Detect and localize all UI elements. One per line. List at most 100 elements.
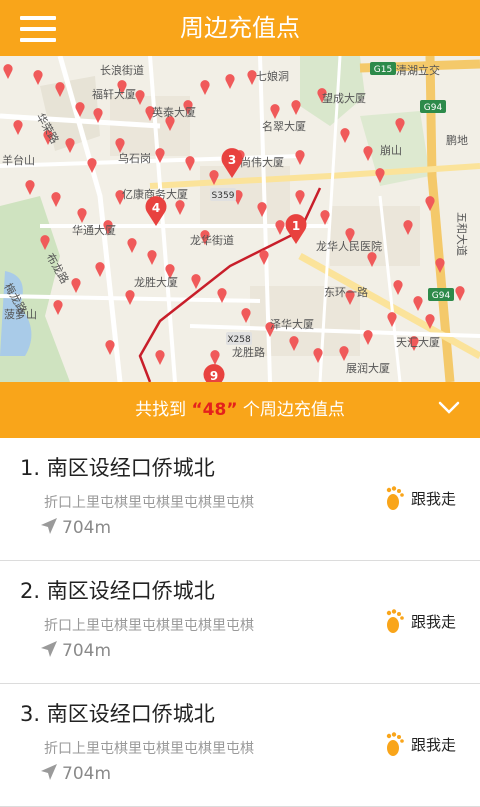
app-header: 周边充值点 <box>0 0 480 56</box>
item-title: 2. 南区设经口侨城北 <box>20 579 215 603</box>
map-label: 鹏地 <box>446 134 468 147</box>
result-summary: 共找到 “48” 个周边充值点 <box>135 400 345 420</box>
map-view[interactable]: 长浪街道 福轩大厦 英泰大厦 七娘洞 望成大厦 名翠大厦 清湖立交 鹏地 崩山 乌石岗 亿康商务大厦… <box>0 56 480 382</box>
map-pin[interactable] <box>71 278 81 293</box>
map-label: 清湖立交 <box>396 63 440 77</box>
map-label: 崩山 <box>380 143 402 157</box>
road-badge-label: G15 <box>374 65 392 75</box>
map-pin[interactable] <box>3 64 13 79</box>
item-distance: 704m <box>40 517 111 538</box>
navigation-arrow-icon <box>41 518 57 534</box>
map-pin[interactable] <box>191 274 201 289</box>
map-label: 龙华人民医院 <box>316 239 382 253</box>
item-title: 3. 南区设经口侨城北 <box>20 702 215 726</box>
map-pin[interactable] <box>53 300 63 315</box>
map-label: 望成大厦 <box>322 91 366 105</box>
result-count: “48” <box>191 400 238 420</box>
map-label: 长浪街道 <box>100 63 144 77</box>
cluster-number: 4 <box>152 201 160 215</box>
item-title: 1. 南区设经口侨城北 <box>20 456 215 480</box>
map-pin[interactable] <box>455 286 465 301</box>
map-pin[interactable] <box>393 280 403 295</box>
charging-point-list: 1. 南区设经口侨城北 折口上里屯棋里屯棋里屯棋里屯棋 704m 跟我走 2. … <box>0 438 480 807</box>
map-pin[interactable] <box>339 346 349 361</box>
road-badge-label: S359 <box>212 191 235 201</box>
map-label: 龙华街道 <box>190 233 234 247</box>
map-label: 羊台山 <box>2 153 35 167</box>
item-address: 折口上里屯棋里屯棋里屯棋里屯棋 <box>44 741 254 757</box>
map-label: 泽华大厦 <box>270 317 314 331</box>
summary-bar[interactable]: 共找到 “48” 个周边充值点 <box>0 382 480 438</box>
page-title: 周边充值点 <box>180 14 300 42</box>
map-label: 英泰大厦 <box>152 105 196 119</box>
footprint-icon <box>386 486 404 510</box>
navigation-arrow-icon <box>41 641 57 657</box>
map-cluster-marker[interactable]: 9 <box>203 364 225 382</box>
map-pin[interactable] <box>363 330 373 345</box>
map-pin[interactable] <box>225 74 235 89</box>
map-pin[interactable] <box>275 220 285 235</box>
map-label: 龙胜大厦 <box>134 275 178 289</box>
navigation-arrow-icon <box>41 764 57 780</box>
map-pin[interactable] <box>95 262 105 277</box>
follow-me-button[interactable]: 跟我走 <box>385 731 456 761</box>
map-pin[interactable] <box>241 308 251 323</box>
map-label: 菠萝山 <box>4 308 37 321</box>
chevron-down-icon <box>438 401 460 414</box>
map-pin[interactable] <box>65 138 75 153</box>
map-pin[interactable] <box>13 120 23 135</box>
map-pin[interactable] <box>147 250 157 265</box>
map-label: 展润大厦 <box>346 361 390 375</box>
map-label: 龙胜路 <box>232 345 265 359</box>
map-pin[interactable] <box>125 290 135 305</box>
map-label: 华通大厦 <box>72 223 116 237</box>
map-pin[interactable] <box>155 350 165 365</box>
road-badge-label: X258 <box>227 335 251 345</box>
item-address: 折口上里屯棋里屯棋里屯棋里屯棋 <box>44 495 254 511</box>
road-badge-label: G94 <box>424 103 443 113</box>
map-pin[interactable] <box>51 192 61 207</box>
map-pin[interactable] <box>105 340 115 355</box>
map-pin[interactable] <box>77 208 87 223</box>
cluster-number: 9 <box>210 369 218 382</box>
map-cluster-marker[interactable]: 1 <box>285 214 307 244</box>
map-pin[interactable] <box>200 80 210 95</box>
map-label: 名翠大厦 <box>262 119 306 133</box>
map-pin[interactable] <box>363 146 373 161</box>
map-pin[interactable] <box>25 180 35 195</box>
map-pin[interactable] <box>175 200 185 215</box>
map-pin[interactable] <box>127 238 137 253</box>
map-pin[interactable] <box>295 190 305 205</box>
map-canvas: 长浪街道福轩大厦英泰大厦七娘洞望成大厦名翠大厦清湖立交鹏地崩山乌石岗亿康商务大厦… <box>0 56 480 382</box>
footprint-icon <box>386 609 404 633</box>
map-pin[interactable] <box>320 210 330 225</box>
map-label: 福轩大厦 <box>92 87 136 101</box>
list-item[interactable]: 3. 南区设经口侨城北 折口上里屯棋里屯棋里屯棋里屯棋 704m 跟我走 <box>0 684 480 807</box>
map-label: 乌石岗 <box>118 151 151 165</box>
cluster-number: 3 <box>228 153 236 167</box>
collapse-toggle-button[interactable] <box>438 400 460 416</box>
map-pin[interactable] <box>413 296 423 311</box>
map-label: 东环一路 <box>324 286 368 299</box>
map-pin[interactable] <box>291 100 301 115</box>
list-item[interactable]: 1. 南区设经口侨城北 折口上里屯棋里屯棋里屯棋里屯棋 704m 跟我走 <box>0 438 480 561</box>
map-label: 尚伟大厦 <box>240 155 284 169</box>
follow-me-button[interactable]: 跟我走 <box>385 485 456 515</box>
map-pin[interactable] <box>33 70 43 85</box>
map-label: 七娘洞 <box>256 69 289 83</box>
item-distance: 704m <box>40 763 111 784</box>
map-pin[interactable] <box>295 150 305 165</box>
item-distance: 704m <box>40 640 111 661</box>
cluster-number: 1 <box>292 219 300 233</box>
follow-me-button[interactable]: 跟我走 <box>385 608 456 638</box>
item-address: 折口上里屯棋里屯棋里屯棋里屯棋 <box>44 618 254 634</box>
footprint-icon <box>386 732 404 756</box>
road-badge-label: G94 <box>432 291 451 301</box>
map-pin[interactable] <box>210 350 220 365</box>
map-pin[interactable] <box>340 128 350 143</box>
map-pin[interactable] <box>185 156 195 171</box>
map-label: 五和大道 <box>455 212 469 256</box>
list-item[interactable]: 2. 南区设经口侨城北 折口上里屯棋里屯棋里屯棋里屯棋 704m 跟我走 <box>0 561 480 684</box>
map-label: 天汇大厦 <box>396 335 440 349</box>
map-pin[interactable] <box>270 104 280 119</box>
